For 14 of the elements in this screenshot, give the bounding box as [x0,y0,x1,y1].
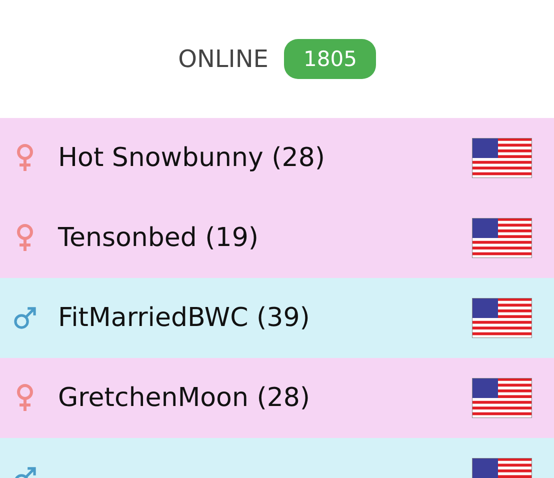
user-row[interactable]: Hot Snowbunny (28) [0,118,554,198]
user-name: Tensonbed (19) [58,223,260,253]
flag-icon [472,298,532,338]
user-name: FitMarriedBWC (39) [58,303,311,333]
user-row[interactable]: Tensonbed (19) [0,198,554,278]
online-count: 1805 [284,39,376,79]
flag-icon [472,218,532,258]
user-row[interactable]: FitMarriedBWC (39) [0,278,554,358]
user-name: Hot Snowbunny (28) [58,143,326,173]
flag-icon [472,138,532,178]
online-label: ONLINE [178,45,268,73]
user-name: GretchenMoon (28) [58,383,312,413]
user-row[interactable]: GretchenMoon (28) [0,358,554,438]
flag-icon [472,378,532,418]
